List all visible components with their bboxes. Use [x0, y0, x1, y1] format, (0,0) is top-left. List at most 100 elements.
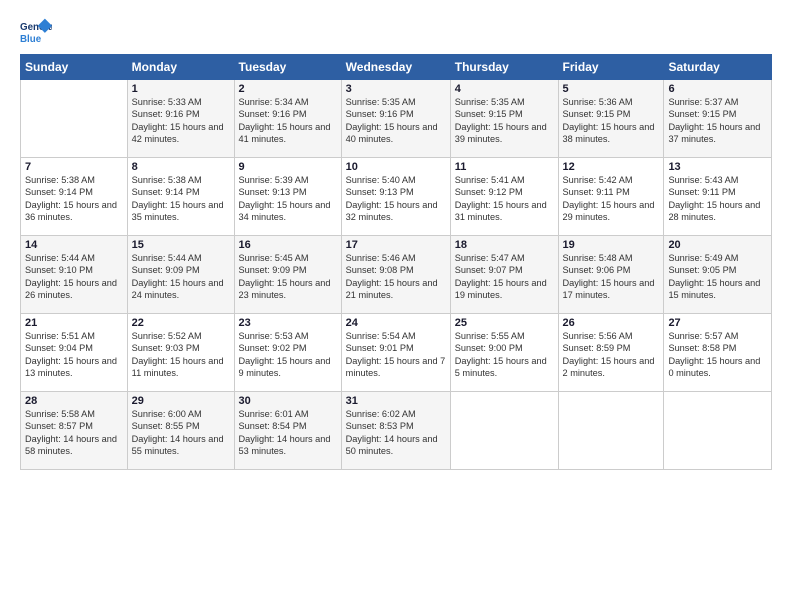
day-number: 12: [563, 161, 660, 173]
day-number: 26: [563, 317, 660, 329]
day-info: Sunrise: 5:39 AM Sunset: 9:13 PM Dayligh…: [239, 174, 337, 224]
day-number: 8: [132, 161, 230, 173]
logo: General Blue: [20, 18, 52, 46]
day-info: Sunrise: 5:52 AM Sunset: 9:03 PM Dayligh…: [132, 330, 230, 380]
day-info: Sunrise: 5:56 AM Sunset: 8:59 PM Dayligh…: [563, 330, 660, 380]
day-cell: 5Sunrise: 5:36 AM Sunset: 9:15 PM Daylig…: [558, 80, 664, 158]
day-cell: 1Sunrise: 5:33 AM Sunset: 9:16 PM Daylig…: [127, 80, 234, 158]
day-info: Sunrise: 6:02 AM Sunset: 8:53 PM Dayligh…: [346, 408, 446, 458]
day-number: 1: [132, 83, 230, 95]
day-info: Sunrise: 5:45 AM Sunset: 9:09 PM Dayligh…: [239, 252, 337, 302]
day-cell: [450, 392, 558, 470]
day-number: 10: [346, 161, 446, 173]
day-cell: 10Sunrise: 5:40 AM Sunset: 9:13 PM Dayli…: [341, 158, 450, 236]
day-cell: 29Sunrise: 6:00 AM Sunset: 8:55 PM Dayli…: [127, 392, 234, 470]
day-cell: [558, 392, 664, 470]
header-thursday: Thursday: [450, 55, 558, 80]
week-row-5: 28Sunrise: 5:58 AM Sunset: 8:57 PM Dayli…: [21, 392, 772, 470]
day-number: 6: [668, 83, 767, 95]
day-number: 31: [346, 395, 446, 407]
day-number: 2: [239, 83, 337, 95]
day-info: Sunrise: 5:44 AM Sunset: 9:10 PM Dayligh…: [25, 252, 123, 302]
day-cell: 12Sunrise: 5:42 AM Sunset: 9:11 PM Dayli…: [558, 158, 664, 236]
day-number: 3: [346, 83, 446, 95]
day-info: Sunrise: 5:54 AM Sunset: 9:01 PM Dayligh…: [346, 330, 446, 380]
day-info: Sunrise: 5:35 AM Sunset: 9:15 PM Dayligh…: [455, 96, 554, 146]
day-number: 29: [132, 395, 230, 407]
day-cell: 21Sunrise: 5:51 AM Sunset: 9:04 PM Dayli…: [21, 314, 128, 392]
day-info: Sunrise: 5:43 AM Sunset: 9:11 PM Dayligh…: [668, 174, 767, 224]
day-cell: 28Sunrise: 5:58 AM Sunset: 8:57 PM Dayli…: [21, 392, 128, 470]
day-number: 13: [668, 161, 767, 173]
day-number: 23: [239, 317, 337, 329]
day-cell: 17Sunrise: 5:46 AM Sunset: 9:08 PM Dayli…: [341, 236, 450, 314]
header-sunday: Sunday: [21, 55, 128, 80]
day-info: Sunrise: 5:37 AM Sunset: 9:15 PM Dayligh…: [668, 96, 767, 146]
day-info: Sunrise: 5:35 AM Sunset: 9:16 PM Dayligh…: [346, 96, 446, 146]
day-cell: 7Sunrise: 5:38 AM Sunset: 9:14 PM Daylig…: [21, 158, 128, 236]
day-cell: 23Sunrise: 5:53 AM Sunset: 9:02 PM Dayli…: [234, 314, 341, 392]
day-number: 4: [455, 83, 554, 95]
day-info: Sunrise: 5:46 AM Sunset: 9:08 PM Dayligh…: [346, 252, 446, 302]
day-cell: 20Sunrise: 5:49 AM Sunset: 9:05 PM Dayli…: [664, 236, 772, 314]
day-cell: 9Sunrise: 5:39 AM Sunset: 9:13 PM Daylig…: [234, 158, 341, 236]
svg-text:Blue: Blue: [20, 34, 42, 45]
day-cell: 18Sunrise: 5:47 AM Sunset: 9:07 PM Dayli…: [450, 236, 558, 314]
week-row-4: 21Sunrise: 5:51 AM Sunset: 9:04 PM Dayli…: [21, 314, 772, 392]
day-number: 9: [239, 161, 337, 173]
day-info: Sunrise: 5:38 AM Sunset: 9:14 PM Dayligh…: [25, 174, 123, 224]
day-cell: 6Sunrise: 5:37 AM Sunset: 9:15 PM Daylig…: [664, 80, 772, 158]
day-number: 11: [455, 161, 554, 173]
day-cell: 25Sunrise: 5:55 AM Sunset: 9:00 PM Dayli…: [450, 314, 558, 392]
page-header: General Blue: [20, 18, 772, 46]
day-info: Sunrise: 5:42 AM Sunset: 9:11 PM Dayligh…: [563, 174, 660, 224]
week-row-2: 7Sunrise: 5:38 AM Sunset: 9:14 PM Daylig…: [21, 158, 772, 236]
day-cell: 14Sunrise: 5:44 AM Sunset: 9:10 PM Dayli…: [21, 236, 128, 314]
day-info: Sunrise: 6:01 AM Sunset: 8:54 PM Dayligh…: [239, 408, 337, 458]
day-info: Sunrise: 5:36 AM Sunset: 9:15 PM Dayligh…: [563, 96, 660, 146]
day-number: 18: [455, 239, 554, 251]
day-number: 14: [25, 239, 123, 251]
week-row-3: 14Sunrise: 5:44 AM Sunset: 9:10 PM Dayli…: [21, 236, 772, 314]
day-number: 25: [455, 317, 554, 329]
day-info: Sunrise: 5:57 AM Sunset: 8:58 PM Dayligh…: [668, 330, 767, 380]
day-info: Sunrise: 5:44 AM Sunset: 9:09 PM Dayligh…: [132, 252, 230, 302]
day-info: Sunrise: 5:41 AM Sunset: 9:12 PM Dayligh…: [455, 174, 554, 224]
header-saturday: Saturday: [664, 55, 772, 80]
calendar-header-row: SundayMondayTuesdayWednesdayThursdayFrid…: [21, 55, 772, 80]
day-info: Sunrise: 5:49 AM Sunset: 9:05 PM Dayligh…: [668, 252, 767, 302]
day-cell: 13Sunrise: 5:43 AM Sunset: 9:11 PM Dayli…: [664, 158, 772, 236]
day-number: 27: [668, 317, 767, 329]
logo-icon: General Blue: [20, 18, 52, 46]
day-cell: 2Sunrise: 5:34 AM Sunset: 9:16 PM Daylig…: [234, 80, 341, 158]
day-cell: 16Sunrise: 5:45 AM Sunset: 9:09 PM Dayli…: [234, 236, 341, 314]
day-info: Sunrise: 5:58 AM Sunset: 8:57 PM Dayligh…: [25, 408, 123, 458]
day-number: 5: [563, 83, 660, 95]
day-number: 22: [132, 317, 230, 329]
day-cell: 26Sunrise: 5:56 AM Sunset: 8:59 PM Dayli…: [558, 314, 664, 392]
day-number: 15: [132, 239, 230, 251]
day-number: 17: [346, 239, 446, 251]
day-cell: 31Sunrise: 6:02 AM Sunset: 8:53 PM Dayli…: [341, 392, 450, 470]
day-cell: 22Sunrise: 5:52 AM Sunset: 9:03 PM Dayli…: [127, 314, 234, 392]
day-cell: 19Sunrise: 5:48 AM Sunset: 9:06 PM Dayli…: [558, 236, 664, 314]
day-cell: 24Sunrise: 5:54 AM Sunset: 9:01 PM Dayli…: [341, 314, 450, 392]
header-friday: Friday: [558, 55, 664, 80]
day-cell: 3Sunrise: 5:35 AM Sunset: 9:16 PM Daylig…: [341, 80, 450, 158]
calendar-table: SundayMondayTuesdayWednesdayThursdayFrid…: [20, 54, 772, 470]
day-info: Sunrise: 6:00 AM Sunset: 8:55 PM Dayligh…: [132, 408, 230, 458]
day-info: Sunrise: 5:33 AM Sunset: 9:16 PM Dayligh…: [132, 96, 230, 146]
day-info: Sunrise: 5:53 AM Sunset: 9:02 PM Dayligh…: [239, 330, 337, 380]
week-row-1: 1Sunrise: 5:33 AM Sunset: 9:16 PM Daylig…: [21, 80, 772, 158]
day-info: Sunrise: 5:51 AM Sunset: 9:04 PM Dayligh…: [25, 330, 123, 380]
day-info: Sunrise: 5:40 AM Sunset: 9:13 PM Dayligh…: [346, 174, 446, 224]
day-info: Sunrise: 5:34 AM Sunset: 9:16 PM Dayligh…: [239, 96, 337, 146]
day-cell: 11Sunrise: 5:41 AM Sunset: 9:12 PM Dayli…: [450, 158, 558, 236]
day-info: Sunrise: 5:38 AM Sunset: 9:14 PM Dayligh…: [132, 174, 230, 224]
day-cell: [664, 392, 772, 470]
header-tuesday: Tuesday: [234, 55, 341, 80]
day-number: 21: [25, 317, 123, 329]
day-cell: [21, 80, 128, 158]
day-number: 7: [25, 161, 123, 173]
day-number: 24: [346, 317, 446, 329]
